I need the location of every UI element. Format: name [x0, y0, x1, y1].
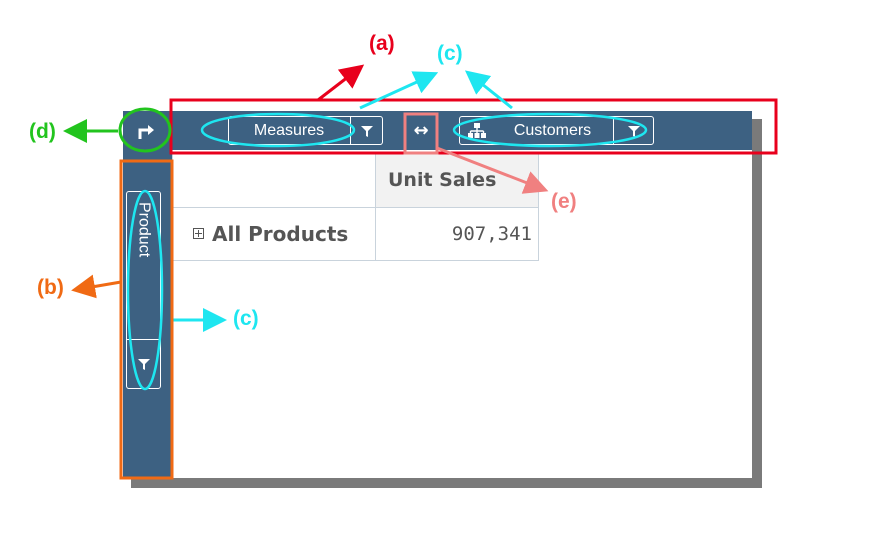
annotation-c-label-side: (c) [233, 307, 259, 330]
swap-axes-icon: ↔ [413, 120, 429, 141]
annotation-b-arrow [71, 274, 122, 299]
annotation-b-label: (b) [37, 276, 64, 299]
product-chip-label: Product [135, 202, 153, 258]
row-header-all-products[interactable]: All Products [172, 207, 376, 261]
product-chip[interactable]: Product [126, 191, 161, 389]
row-header-label: All Products [212, 222, 349, 246]
annotation-e-label: (e) [551, 190, 577, 213]
measures-chip[interactable]: Measures [228, 116, 383, 145]
pivot-button[interactable] [135, 120, 157, 142]
product-filter-button[interactable] [127, 340, 160, 388]
grid-corner-cell [172, 152, 376, 208]
pivot-icon [138, 125, 154, 139]
customers-chip[interactable]: Customers [459, 116, 654, 145]
measures-filter-button[interactable] [351, 117, 383, 144]
pivot-grid: Unit Sales All Products 907,341 [172, 152, 539, 261]
annotation-c-label-top: (c) [437, 42, 463, 65]
annotation-a-label: (a) [369, 32, 395, 55]
filter-icon [137, 359, 150, 370]
column-axis-bar [123, 111, 752, 150]
column-header-unit-sales[interactable]: Unit Sales [375, 152, 539, 208]
swap-axes-button[interactable]: ↔ [405, 116, 437, 145]
annotation-a-arrow [317, 64, 365, 102]
annotation-d-label: (d) [29, 120, 56, 143]
customers-chip-label: Customers [513, 121, 592, 139]
customers-filter-button[interactable] [614, 117, 653, 144]
annotation-c-arrow-2 [464, 70, 513, 110]
hierarchy-icon [468, 123, 486, 138]
filter-icon [627, 125, 640, 137]
filter-icon [361, 125, 373, 137]
expand-icon[interactable] [193, 228, 204, 239]
customers-hierarchy-icon [468, 123, 486, 139]
product-chip-label-wrap: Product [127, 202, 160, 332]
value-cell: 907,341 [375, 207, 539, 261]
annotation-c-arrow-1 [359, 71, 439, 110]
measures-chip-label: Measures [253, 121, 325, 139]
